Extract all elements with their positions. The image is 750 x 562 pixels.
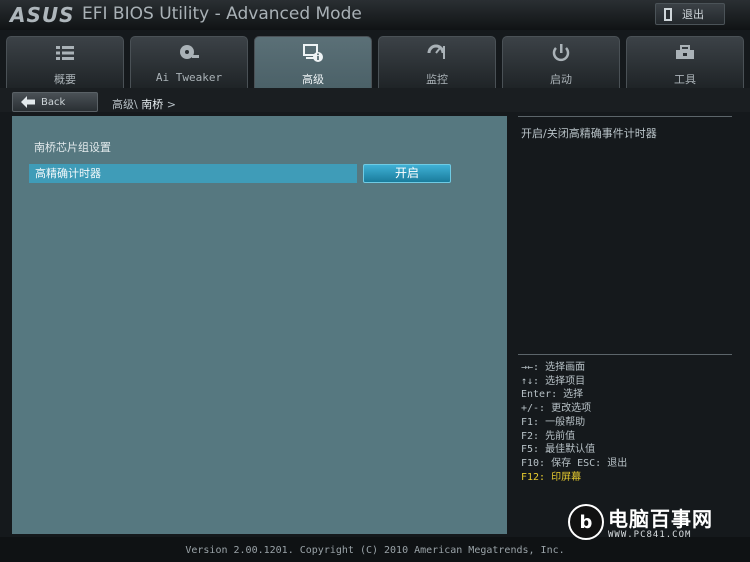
tab-label: 概要	[54, 73, 76, 86]
key-legend-item: F2: 先前值	[521, 430, 576, 442]
exit-button[interactable]: 退出	[655, 3, 725, 25]
app-title: EFI BIOS Utility - Advanced Mode	[82, 4, 362, 24]
tab-label: 监控	[426, 73, 448, 86]
setting-row-hpet[interactable]: 高精确计时器	[29, 164, 357, 183]
key-legend-item: F1: 一般帮助	[521, 416, 586, 428]
help-panel: 开启/关闭高精确事件计时器 →←: 选择画面 ↑↓: 选择项目 Enter: 选…	[512, 116, 738, 534]
exit-icon	[664, 7, 672, 21]
breadcrumb-current: 南桥	[141, 98, 164, 111]
watermark-logo-icon: b	[568, 504, 604, 540]
key-legend: →←: 选择画面 ↑↓: 选择项目 Enter: 选择 +/-: 更改选项 F1…	[521, 361, 627, 484]
tab-ai-tweaker[interactable]: Ai Tweaker	[130, 36, 248, 88]
key-legend-item: ↑↓: 选择项目	[521, 375, 586, 387]
tab-overview[interactable]: 概要	[6, 36, 124, 88]
back-button[interactable]: Back	[12, 92, 98, 112]
tab-tools[interactable]: 工具	[626, 36, 744, 88]
advanced-info-icon	[303, 44, 323, 62]
tab-advanced[interactable]: 高级	[254, 36, 372, 88]
tab-label: 工具	[674, 73, 696, 86]
back-label: Back	[41, 96, 66, 108]
help-divider-top	[518, 116, 732, 117]
watermark-title: 电脑百事网	[608, 507, 713, 531]
tab-label: 高级	[302, 73, 324, 86]
fan-icon	[180, 45, 199, 59]
tab-label: 启动	[550, 73, 572, 86]
key-legend-item: Enter: 选择	[521, 389, 584, 401]
site-watermark: b 电脑百事网 WWW.PC841.COM	[568, 500, 746, 544]
breadcrumb: 高级\ 南桥 >	[112, 96, 176, 112]
title-bar: ASUS EFI BIOS Utility - Advanced Mode 退出	[0, 0, 750, 30]
key-legend-item: F10: 保存 ESC: 退出	[521, 457, 628, 469]
key-legend-item: →←: 选择画面	[521, 362, 586, 373]
power-icon	[552, 44, 570, 62]
breadcrumb-arrow-icon: >	[166, 98, 176, 111]
tools-icon	[676, 45, 694, 59]
watermark-url: WWW.PC841.COM	[608, 530, 692, 540]
asus-logo: ASUS	[10, 3, 75, 27]
settings-panel: 南桥芯片组设置 高精确计时器 开启	[12, 116, 507, 534]
tab-boot[interactable]: 启动	[502, 36, 620, 88]
exit-label: 退出	[682, 8, 704, 21]
breadcrumb-parent[interactable]: 高级\	[112, 98, 138, 111]
key-legend-item: +/-: 更改选项	[521, 403, 592, 415]
key-legend-item: F5: 最佳默认值	[521, 444, 596, 456]
tab-label: Ai Tweaker	[155, 71, 223, 84]
section-title: 南桥芯片组设置	[34, 141, 111, 154]
main-tabs: 概要 Ai Tweaker 高级 监控 启动 工具	[6, 36, 746, 88]
version-text: Version 2.00.1201. Copyright (C) 2010 Am…	[185, 545, 565, 556]
help-description: 开启/关闭高精确事件计时器	[521, 127, 657, 140]
list-icon	[56, 46, 74, 60]
help-divider-bottom	[518, 354, 732, 355]
setting-value-button[interactable]: 开启	[363, 164, 451, 183]
tab-monitor[interactable]: 监控	[378, 36, 496, 88]
monitor-icon	[427, 44, 445, 59]
key-legend-print-screen: F12: 印屏幕	[521, 471, 582, 483]
back-arrow-icon	[21, 96, 35, 108]
